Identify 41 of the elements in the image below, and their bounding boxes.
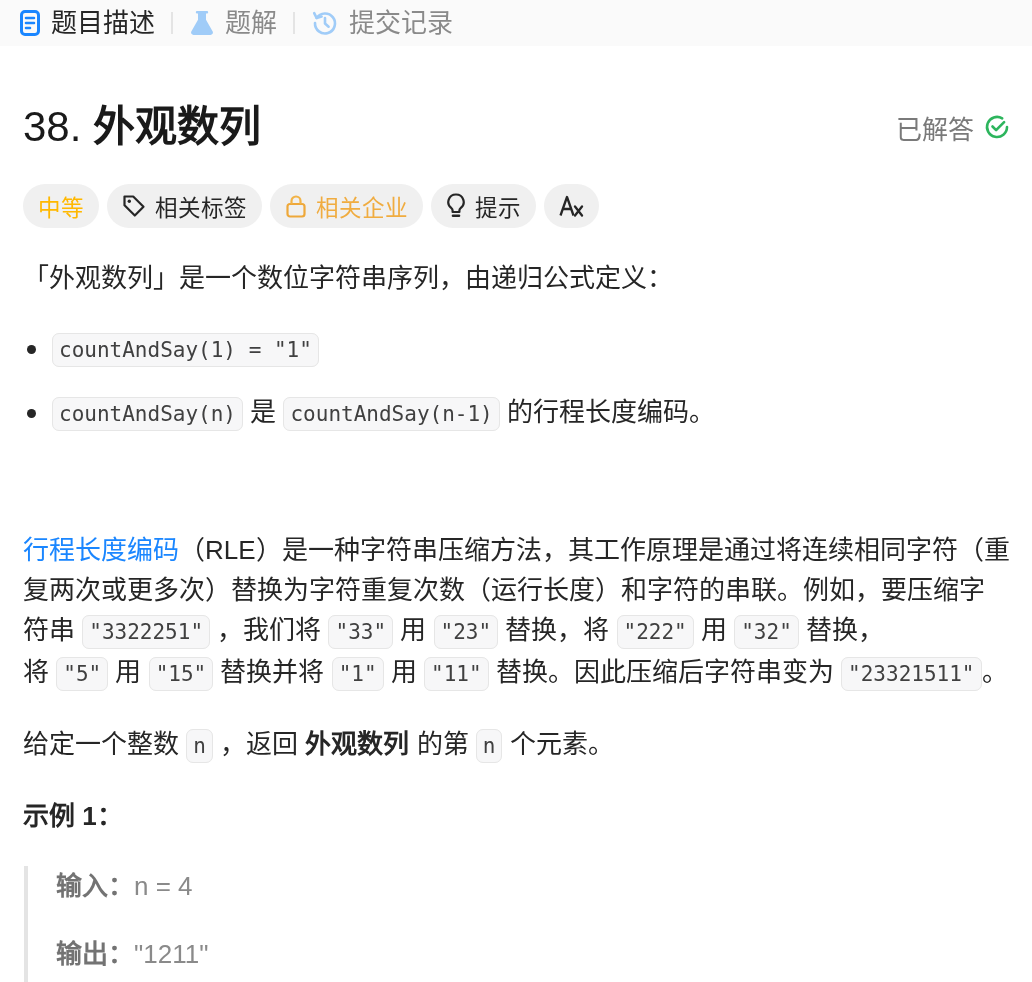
inline-code: "222" xyxy=(616,615,694,649)
hint-button[interactable]: 提示 xyxy=(431,184,536,228)
tag-icon xyxy=(122,194,146,218)
paragraph: 给定一个整数 n ，返回 外观数列 的第 n 个元素。 xyxy=(23,724,1010,766)
inline-code: n xyxy=(475,729,503,763)
bullet-icon xyxy=(27,344,36,354)
inline-code: countAndSay(1) = "1" xyxy=(52,333,319,367)
example-line: 输出："1211" xyxy=(56,938,210,971)
translate-button[interactable] xyxy=(544,184,599,228)
example-line: 输入：n = 4 xyxy=(56,870,194,903)
lock-icon xyxy=(285,194,307,218)
tab[interactable]: 题解 xyxy=(190,6,277,40)
inline-code: countAndSay(n-1) xyxy=(283,397,500,431)
paragraph: 行程长度编码（RLE）是一种字符串压缩方法，其工作原理是通过将连续相同字符（重复两次或更多次）替换为字符重复次数（运行长度）和字符的串联。例如，要压缩字符串 "3322251" ，我们将 "33" 用 "23" 替换，将 "222" 用 "32" 替换， 将 "5" 用 "15" 替换并将 "1" 用 "11" 替换。因此压缩后字符串变为 "23321511" 。 xyxy=(23,530,1010,694)
solved-status: 已解答 xyxy=(896,113,974,146)
inline-code: "33" xyxy=(328,615,394,649)
inline-code: "1" xyxy=(331,657,384,691)
inline-code: "23321511" xyxy=(841,657,982,691)
inline-code: countAndSay(n) xyxy=(52,397,243,431)
paragraph: 「外观数列」是一个数位字符串序列，由递归公式定义： xyxy=(23,262,674,295)
problem-title: 38. 外观数列 xyxy=(23,102,262,152)
lightbulb-icon xyxy=(446,193,466,219)
example-heading: 示例 1： xyxy=(23,800,124,833)
list-item-text: countAndSay(n) 是 countAndSay(n-1) 的行程长度编码。 xyxy=(52,392,715,434)
flask-icon xyxy=(190,10,214,36)
inline-code: "5" xyxy=(56,657,109,691)
tab[interactable]: 提交记录 xyxy=(312,6,453,40)
history-icon xyxy=(312,10,338,36)
inline-code: "32" xyxy=(734,615,799,649)
tab[interactable]: 题目描述 xyxy=(20,6,155,40)
check-circle-icon xyxy=(984,114,1010,140)
bullet-icon xyxy=(27,408,36,418)
inline-code: "11" xyxy=(424,657,489,691)
inline-code: "23" xyxy=(433,615,499,649)
link[interactable]: 行程长度编码 xyxy=(23,535,179,565)
document-icon xyxy=(20,10,40,36)
inline-code: "3322251" xyxy=(82,615,211,649)
topics-button[interactable]: 相关标签 xyxy=(107,184,262,228)
inline-code: "15" xyxy=(148,657,214,691)
translate-icon xyxy=(558,195,585,217)
inline-code: n xyxy=(186,729,213,763)
